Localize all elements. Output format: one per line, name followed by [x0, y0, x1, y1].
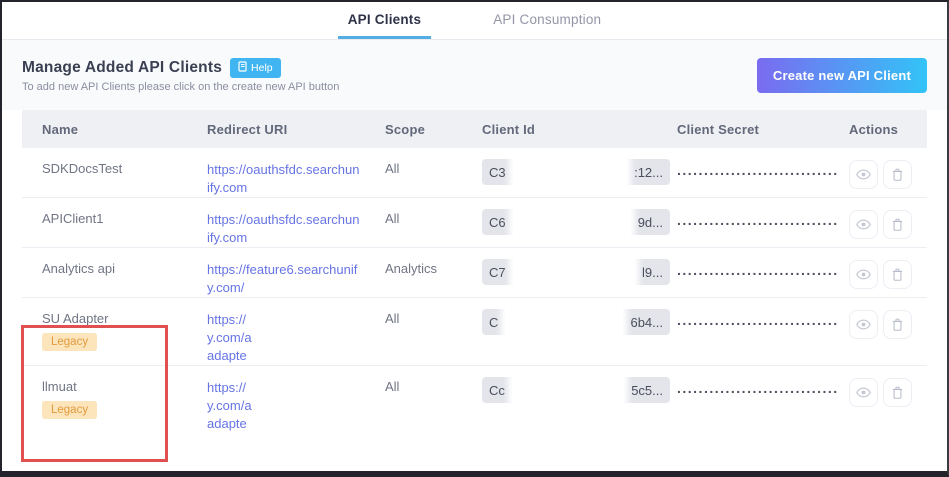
- row-name: SU Adapter: [42, 311, 207, 326]
- col-header-scope: Scope: [385, 122, 482, 137]
- client-id-end: 5c5...: [624, 383, 670, 398]
- client-id-redaction: [513, 209, 631, 235]
- create-api-client-button[interactable]: Create new API Client: [757, 58, 927, 93]
- row-scope: All: [385, 379, 482, 394]
- client-secret-masked: ..................................: [677, 212, 837, 228]
- trash-icon: [892, 386, 903, 399]
- col-header-name: Name: [22, 122, 207, 137]
- row-name: APIClient1: [42, 211, 207, 226]
- client-id-end: :12...: [627, 165, 670, 180]
- view-secret-button[interactable]: [849, 310, 878, 339]
- document-icon: [238, 61, 247, 75]
- client-id-redaction: [512, 377, 624, 403]
- client-id-redaction: [513, 159, 627, 185]
- client-id-end: 9d...: [631, 215, 670, 230]
- client-secret-masked: ..................................: [677, 162, 837, 178]
- client-id-redaction: [505, 309, 623, 335]
- page-title: Manage Added API Clients: [22, 59, 222, 77]
- delete-client-button[interactable]: [883, 378, 912, 407]
- col-header-redirect-uri: Redirect URI: [207, 122, 385, 137]
- trash-icon: [892, 218, 903, 231]
- eye-icon: [856, 219, 871, 230]
- table-body: SDKDocsTest https://oauthsfdc.searchunif…: [22, 148, 927, 433]
- api-clients-page: API Clients API Consumption Manage Added…: [0, 0, 949, 477]
- col-header-client-secret: Client Secret: [677, 122, 849, 137]
- table-row: llmuat Legacy https://y.com/aadapte All …: [22, 366, 927, 433]
- client-id-start: C3: [482, 165, 513, 180]
- client-id-value: C6 9d...: [482, 209, 670, 235]
- table-row: APIClient1 https://oauthsfdc.searchunify…: [22, 198, 927, 248]
- eye-icon: [856, 387, 871, 398]
- redirect-uri-link[interactable]: https://oauthsfdc.searchunify.com: [207, 211, 385, 247]
- trash-icon: [892, 168, 903, 181]
- redirect-uri-link[interactable]: https://feature6.searchunify.com/: [207, 261, 385, 297]
- help-label: Help: [251, 62, 273, 74]
- client-id-end: l9...: [635, 265, 670, 280]
- col-header-actions: Actions: [849, 122, 927, 137]
- row-scope: All: [385, 161, 482, 176]
- row-name: llmuat: [42, 379, 207, 394]
- client-id-value: C 6b4...: [482, 309, 670, 335]
- row-scope: Analytics: [385, 261, 482, 276]
- client-id-value: Cc 5c5...: [482, 377, 670, 403]
- help-button[interactable]: Help: [230, 58, 281, 78]
- eye-icon: [856, 269, 871, 280]
- client-id-value: C7 l9...: [482, 259, 670, 285]
- row-scope: All: [385, 211, 482, 226]
- api-clients-table: Name Redirect URI Scope Client Id Client…: [22, 110, 927, 433]
- page-header: Manage Added API Clients Help To add new…: [2, 40, 947, 110]
- view-secret-button[interactable]: [849, 260, 878, 289]
- eye-icon: [856, 169, 871, 180]
- row-name: Analytics api: [42, 261, 207, 276]
- eye-icon: [856, 319, 871, 330]
- client-id-start: C: [482, 315, 505, 330]
- row-scope: All: [385, 311, 482, 326]
- col-header-client-id: Client Id: [482, 122, 677, 137]
- client-secret-masked: ..................................: [677, 262, 837, 278]
- tab-api-consumption[interactable]: API Consumption: [483, 2, 611, 39]
- trash-icon: [892, 268, 903, 281]
- trash-icon: [892, 318, 903, 331]
- client-id-value: C3 :12...: [482, 159, 670, 185]
- table-row: SU Adapter Legacy https://y.com/aadapte …: [22, 298, 927, 366]
- row-name: SDKDocsTest: [42, 161, 207, 176]
- legacy-badge: Legacy: [42, 401, 97, 419]
- view-secret-button[interactable]: [849, 160, 878, 189]
- redirect-uri-link[interactable]: https://y.com/aadapte: [207, 379, 385, 433]
- client-id-end: 6b4...: [623, 315, 670, 330]
- view-secret-button[interactable]: [849, 210, 878, 239]
- client-secret-masked: ..................................: [677, 312, 837, 328]
- view-secret-button[interactable]: [849, 378, 878, 407]
- tab-bar: API Clients API Consumption: [2, 2, 947, 40]
- delete-client-button[interactable]: [883, 260, 912, 289]
- table-row: Analytics api https://feature6.searchuni…: [22, 248, 927, 298]
- redirect-uri-link[interactable]: https://y.com/aadapte: [207, 311, 385, 365]
- table-row: SDKDocsTest https://oauthsfdc.searchunif…: [22, 148, 927, 198]
- delete-client-button[interactable]: [883, 210, 912, 239]
- client-id-start: C7: [482, 265, 513, 280]
- tab-api-clients[interactable]: API Clients: [338, 2, 431, 39]
- legacy-badge: Legacy: [42, 333, 97, 351]
- page-subtitle: To add new API Clients please click on t…: [22, 81, 339, 93]
- client-id-redaction: [513, 259, 635, 285]
- client-secret-masked: ..................................: [677, 380, 837, 396]
- delete-client-button[interactable]: [883, 160, 912, 189]
- client-id-start: Cc: [482, 383, 512, 398]
- client-id-start: C6: [482, 215, 513, 230]
- redirect-uri-link[interactable]: https://oauthsfdc.searchunify.com: [207, 161, 385, 197]
- delete-client-button[interactable]: [883, 310, 912, 339]
- table-header-row: Name Redirect URI Scope Client Id Client…: [22, 110, 927, 148]
